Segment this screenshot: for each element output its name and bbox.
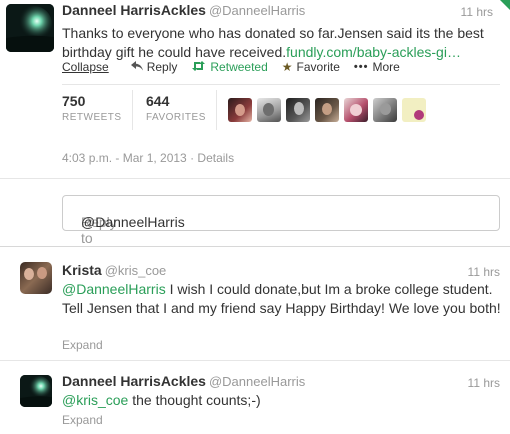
tweet-text: @kris_coe the thought counts;-)	[62, 391, 502, 410]
reply-button[interactable]: Reply	[130, 60, 178, 74]
tweet-time[interactable]: 11 hrs	[461, 5, 493, 19]
favoriter-avatar[interactable]	[257, 98, 281, 122]
favoriter-avatar[interactable]	[228, 98, 252, 122]
tweet-text: @DanneelHarris I wish I could donate,but…	[62, 280, 502, 318]
retweets-stat[interactable]: 750 RETWEETS	[62, 93, 122, 123]
favoriter-avatar[interactable]	[402, 98, 426, 122]
tweet-text-body: the thought counts;-)	[128, 392, 261, 408]
avatar-image	[6, 4, 54, 52]
more-button[interactable]: ••• More	[354, 60, 400, 74]
favorite-label: Favorite	[296, 60, 340, 74]
tweet-time[interactable]: 11 hrs	[468, 376, 500, 390]
retweeted-button[interactable]: Retweeted	[191, 60, 268, 74]
author-handle[interactable]: @DanneelHarris	[209, 374, 305, 389]
favorites-count: 644	[146, 93, 170, 109]
tweet-timestamp-row: 4:03 p.m. - Mar 1, 2013 · Details	[62, 151, 234, 165]
star-icon: ★	[281, 60, 293, 74]
favorite-button[interactable]: ★ Favorite	[282, 60, 340, 74]
reply-icon	[130, 60, 143, 74]
favoriter-avatar[interactable]	[344, 98, 368, 122]
retweeted-label: Retweeted	[210, 60, 268, 74]
favorites-label: FAVORITES	[146, 112, 206, 123]
more-dots-icon: •••	[353, 61, 369, 73]
divider	[62, 84, 500, 85]
retweets-label: RETWEETS	[62, 112, 122, 123]
avatar[interactable]	[20, 262, 52, 294]
mention-link[interactable]: @DanneelHarris	[62, 281, 166, 297]
stat-divider	[216, 90, 217, 130]
retweet-icon	[191, 60, 206, 74]
stat-divider	[132, 90, 133, 130]
details-link[interactable]: Details	[197, 151, 234, 165]
author-handle[interactable]: @DanneelHarris	[209, 3, 305, 18]
tweet-timestamp[interactable]: 4:03 p.m. - Mar 1, 2013	[62, 151, 187, 165]
divider	[0, 178, 510, 179]
more-label: More	[372, 60, 400, 74]
author-name[interactable]: Danneel HarrisAckles	[62, 373, 206, 389]
reply-label: Reply	[146, 60, 178, 74]
tweet-link[interactable]: fundly.com/baby-ackles-gi…	[286, 44, 461, 60]
author-name[interactable]: Krista	[62, 262, 102, 278]
collapse-label: Collapse	[62, 60, 109, 74]
tweet-actions: Collapse Reply Retweeted ★ Favorite ••• …	[62, 60, 414, 74]
divider	[0, 246, 510, 247]
avatar-image	[20, 375, 52, 407]
favoriter-avatar[interactable]	[315, 98, 339, 122]
mention-link[interactable]: @kris_coe	[62, 392, 128, 408]
expand-link[interactable]: Expand	[62, 338, 103, 352]
favorites-stat[interactable]: 644 FAVORITES	[146, 93, 206, 123]
tweet-time[interactable]: 11 hrs	[468, 265, 500, 279]
avatar[interactable]	[6, 4, 54, 52]
avatar[interactable]	[20, 375, 52, 407]
tweet-text: Thanks to everyone who has donated so fa…	[62, 24, 492, 62]
expand-link[interactable]: Expand	[62, 413, 103, 427]
favoriter-avatar[interactable]	[286, 98, 310, 122]
author-handle[interactable]: @kris_coe	[105, 263, 167, 278]
collapse-button[interactable]: Collapse	[62, 60, 109, 74]
favoriter-avatar[interactable]	[373, 98, 397, 122]
author-name[interactable]: Danneel HarrisAckles	[62, 2, 206, 18]
divider	[0, 360, 510, 361]
reply-input[interactable]: Reply to @DanneelHarris	[62, 195, 500, 246]
retweet-corner-icon	[500, 0, 510, 10]
retweets-count: 750	[62, 93, 86, 109]
